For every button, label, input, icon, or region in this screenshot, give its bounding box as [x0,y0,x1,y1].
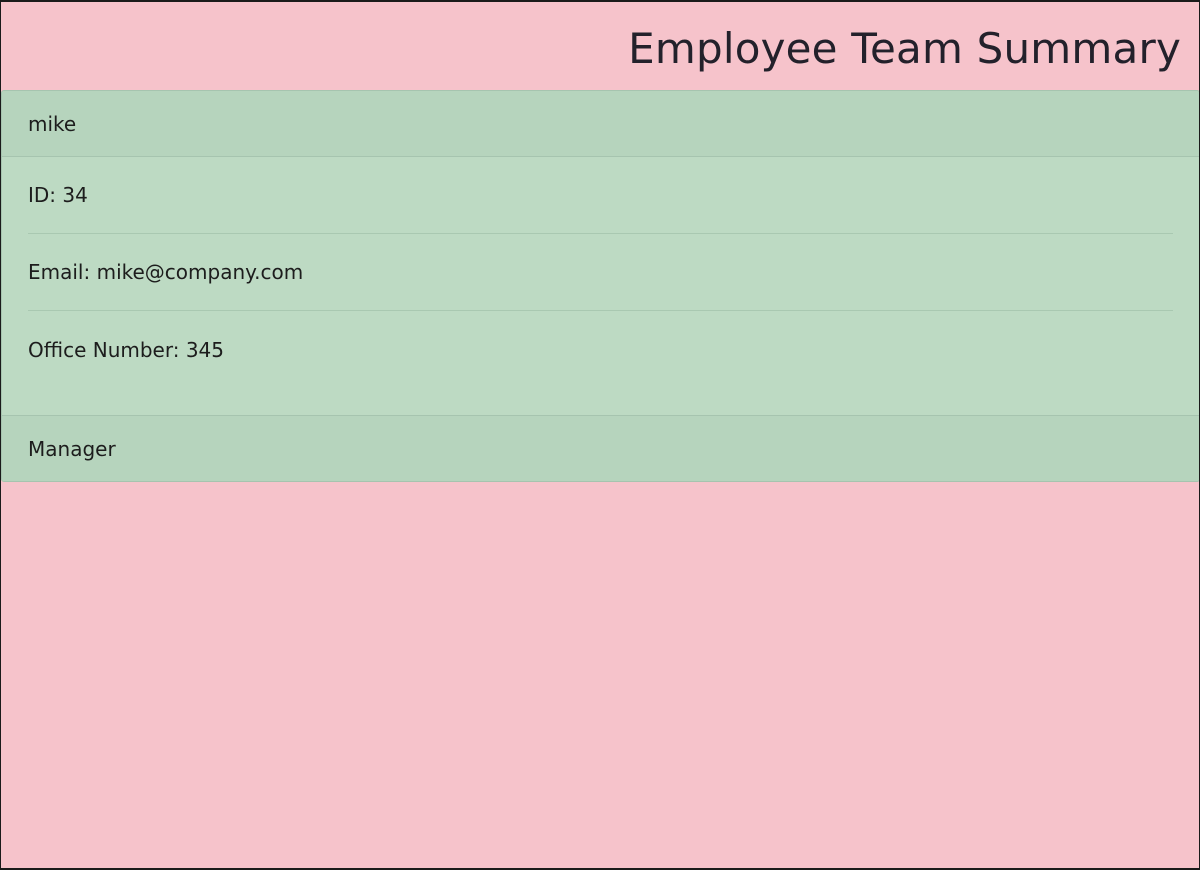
employee-office-number: Office Number: 345 [28,337,224,362]
page: Employee Team Summary mike ID: 34 Email:… [0,0,1200,870]
employee-card-header: mike [2,91,1199,157]
employee-card: mike ID: 34 Email: mike@company.com Offi… [1,90,1199,482]
employee-card-footer: Manager [2,415,1199,481]
employee-name: mike [28,111,77,136]
page-title: Employee Team Summary [628,23,1181,73]
employee-role: Manager [28,436,116,461]
employee-email: Email: mike@company.com [28,234,1173,311]
page-header: Employee Team Summary [1,2,1199,90]
employee-info-list: ID: 34 Email: mike@company.com Office Nu… [28,157,1173,388]
employee-id: ID: 34 [28,157,1173,234]
employee-card-body: ID: 34 Email: mike@company.com Office Nu… [2,157,1199,415]
